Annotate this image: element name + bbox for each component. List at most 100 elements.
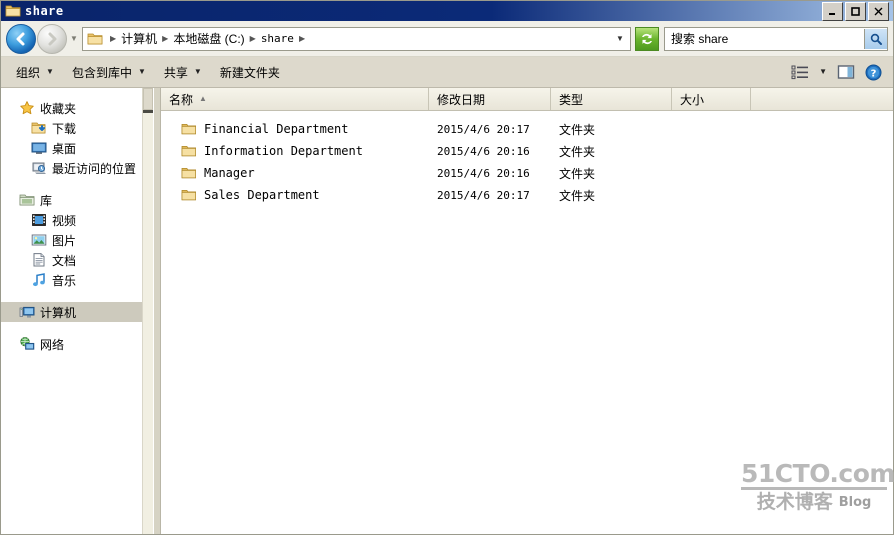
scrollbar-thumb[interactable] bbox=[143, 88, 153, 110]
column-header-date[interactable]: 修改日期 bbox=[429, 88, 551, 110]
breadcrumb-separator: ▶ bbox=[110, 33, 117, 43]
explorer-window: share ▼ ▶ 计算机 ▶ 本地磁盘 (C:) ▶ share ▶ ▼ 搜索… bbox=[0, 0, 894, 535]
folder-icon bbox=[181, 165, 197, 181]
table-row[interactable]: Information Department 2015/4/6 20:16 文件… bbox=[161, 140, 893, 162]
file-date: 2015/4/6 20:17 bbox=[437, 122, 530, 136]
explorer-body: 收藏夹 下载 桌面 最近访问的位置 库 视频 图片 文档 音乐 计算机 网络 名… bbox=[1, 88, 893, 534]
sidebar-scrollbar[interactable] bbox=[142, 88, 153, 534]
file-name-cell[interactable]: Sales Department bbox=[161, 187, 429, 203]
star-icon bbox=[19, 100, 35, 116]
network-icon bbox=[19, 336, 35, 352]
window-controls bbox=[822, 1, 891, 21]
column-header-size[interactable]: 大小 bbox=[672, 88, 751, 110]
sidebar-item-desktop[interactable]: 桌面 bbox=[1, 138, 153, 158]
file-type: 文件夹 bbox=[559, 144, 596, 159]
sidebar-item-music[interactable]: 音乐 bbox=[1, 270, 153, 290]
sidebar-item-label: 桌面 bbox=[52, 141, 77, 156]
sidebar-item-downloads[interactable]: 下载 bbox=[1, 118, 153, 138]
address-bar: ▼ ▶ 计算机 ▶ 本地磁盘 (C:) ▶ share ▶ ▼ 搜索 share bbox=[1, 21, 893, 57]
share-label: 共享 bbox=[163, 65, 188, 80]
breadcrumb-bar[interactable]: ▶ 计算机 ▶ 本地磁盘 (C:) ▶ share ▶ ▼ bbox=[82, 26, 631, 51]
preview-pane-icon[interactable] bbox=[832, 62, 860, 82]
sidebar-item-favorites[interactable]: 收藏夹 bbox=[1, 98, 153, 118]
sidebar-item-network[interactable]: 网络 bbox=[1, 334, 153, 354]
sidebar-item-recent-places[interactable]: 最近访问的位置 bbox=[1, 158, 153, 178]
organize-button[interactable]: 组织 ▼ bbox=[7, 61, 63, 84]
scrollbar-track[interactable] bbox=[142, 88, 153, 534]
sidebar-item-pictures[interactable]: 图片 bbox=[1, 230, 153, 250]
column-header-label: 修改日期 bbox=[437, 92, 486, 107]
table-row[interactable]: Manager 2015/4/6 20:16 文件夹 bbox=[161, 162, 893, 184]
chevron-down-icon: ▼ bbox=[819, 67, 827, 76]
breadcrumb-item-computer[interactable]: 计算机 bbox=[119, 30, 159, 47]
new-folder-button[interactable]: 新建文件夹 bbox=[211, 61, 289, 84]
file-type: 文件夹 bbox=[559, 122, 596, 137]
library-icon bbox=[19, 192, 35, 208]
file-name-cell[interactable]: Manager bbox=[161, 165, 429, 181]
new-folder-label: 新建文件夹 bbox=[219, 65, 280, 80]
documents-icon bbox=[31, 252, 47, 268]
search-input[interactable]: 搜索 share bbox=[664, 26, 888, 51]
sidebar-item-label: 图片 bbox=[52, 233, 77, 248]
chevron-down-icon: ▼ bbox=[193, 67, 202, 76]
file-type: 文件夹 bbox=[559, 188, 596, 203]
column-header-label: 类型 bbox=[559, 92, 584, 107]
breadcrumb-separator: ▶ bbox=[298, 33, 306, 43]
desktop-icon bbox=[31, 140, 47, 156]
breadcrumb-separator: ▶ bbox=[249, 33, 256, 43]
window-title: share bbox=[25, 4, 64, 18]
sidebar-item-documents[interactable]: 文档 bbox=[1, 250, 153, 270]
history-dropdown-icon[interactable]: ▼ bbox=[68, 34, 80, 43]
file-name: Information Department bbox=[204, 144, 363, 158]
pictures-icon bbox=[31, 232, 47, 248]
video-icon bbox=[31, 212, 47, 228]
sidebar-item-computer[interactable]: 计算机 bbox=[1, 302, 153, 322]
view-dropdown-icon[interactable]: ▼ bbox=[814, 66, 832, 78]
organize-label: 组织 bbox=[16, 65, 41, 80]
maximize-button[interactable] bbox=[845, 1, 866, 21]
chevron-down-icon[interactable]: ▼ bbox=[612, 34, 628, 43]
file-date: 2015/4/6 20:17 bbox=[437, 188, 530, 202]
folder-icon bbox=[181, 143, 197, 159]
close-button[interactable] bbox=[868, 1, 889, 21]
file-name: Sales Department bbox=[204, 188, 320, 202]
column-header-label: 大小 bbox=[680, 92, 705, 107]
help-icon[interactable]: ? bbox=[860, 62, 887, 83]
column-header-name[interactable]: 名称 ▲ bbox=[161, 88, 429, 110]
sidebar-item-videos[interactable]: 视频 bbox=[1, 210, 153, 230]
folder-icon bbox=[181, 121, 197, 137]
file-rows: Financial Department 2015/4/6 20:17 文件夹 bbox=[161, 111, 893, 534]
title-bar: share bbox=[1, 1, 893, 21]
column-header-row: 名称 ▲ 修改日期 类型 大小 bbox=[161, 88, 893, 111]
table-row[interactable]: Sales Department 2015/4/6 20:17 文件夹 bbox=[161, 184, 893, 206]
sidebar-item-label: 计算机 bbox=[40, 305, 77, 320]
back-arrow-icon[interactable] bbox=[6, 23, 36, 54]
navigation-pane: 收藏夹 下载 桌面 最近访问的位置 库 视频 图片 文档 音乐 计算机 网络 bbox=[1, 88, 153, 534]
pane-splitter[interactable] bbox=[153, 88, 161, 534]
sidebar-item-label: 库 bbox=[40, 193, 53, 208]
file-name-cell[interactable]: Information Department bbox=[161, 143, 429, 159]
column-header-type[interactable]: 类型 bbox=[551, 88, 672, 110]
file-name: Financial Department bbox=[204, 122, 349, 136]
breadcrumb: ▶ 计算机 ▶ 本地磁盘 (C:) ▶ share ▶ bbox=[107, 30, 612, 47]
sidebar-item-label: 最近访问的位置 bbox=[52, 161, 137, 176]
list-view-icon[interactable] bbox=[786, 62, 814, 82]
music-icon bbox=[31, 272, 47, 288]
share-button[interactable]: 共享 ▼ bbox=[155, 61, 211, 84]
file-name-cell[interactable]: Financial Department bbox=[161, 121, 429, 137]
minimize-button[interactable] bbox=[822, 1, 843, 21]
downloads-icon bbox=[31, 120, 47, 136]
magnifier-icon[interactable] bbox=[864, 28, 887, 49]
breadcrumb-item-share[interactable]: share bbox=[259, 32, 296, 45]
breadcrumb-item-local-disk[interactable]: 本地磁盘 (C:) bbox=[171, 30, 246, 47]
folder-icon bbox=[181, 187, 197, 203]
include-in-library-button[interactable]: 包含到库中 ▼ bbox=[63, 61, 155, 84]
sidebar-item-libraries[interactable]: 库 bbox=[1, 190, 153, 210]
sidebar-item-label: 下载 bbox=[52, 121, 77, 136]
table-row[interactable]: Financial Department 2015/4/6 20:17 文件夹 bbox=[161, 118, 893, 140]
file-type: 文件夹 bbox=[559, 166, 596, 181]
breadcrumb-separator: ▶ bbox=[162, 33, 169, 43]
refresh-icon[interactable] bbox=[635, 26, 659, 51]
